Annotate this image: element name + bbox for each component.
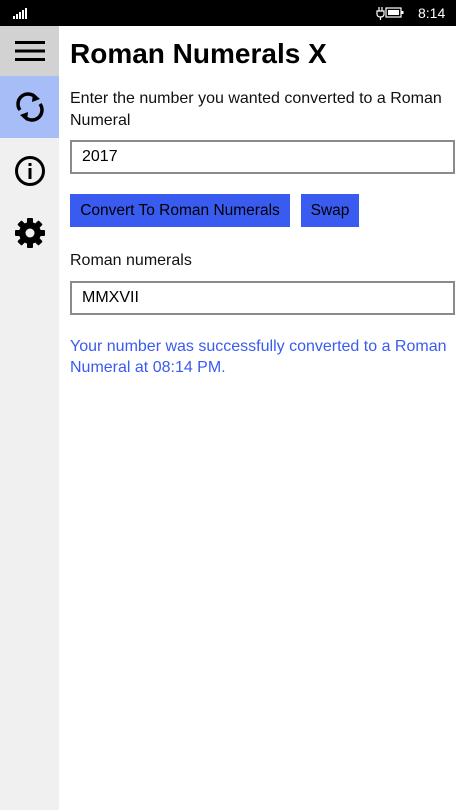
sidebar-item-about[interactable]: [0, 146, 59, 196]
status-bar: 8:14: [0, 0, 456, 26]
roman-numerals-output[interactable]: [70, 281, 455, 315]
number-prompt: Enter the number you wanted converted to…: [70, 90, 442, 129]
refresh-icon: [15, 92, 44, 122]
swap-button[interactable]: Swap: [301, 194, 359, 227]
menu-button[interactable]: [0, 26, 59, 76]
sidebar-item-settings[interactable]: [0, 208, 59, 258]
main-content: Roman Numerals X Enter the number you wa…: [59, 26, 456, 810]
sidebar-item-convert[interactable]: [0, 76, 59, 138]
convert-button[interactable]: Convert To Roman Numerals: [70, 194, 290, 227]
clock: 8:14: [418, 5, 446, 21]
number-input[interactable]: [70, 140, 455, 174]
roman-numerals-label: Roman numerals: [70, 252, 192, 269]
page-title: Roman Numerals X: [70, 38, 327, 69]
gear-icon: [14, 218, 45, 248]
info-icon: [14, 156, 45, 186]
battery-charging-icon: [376, 5, 404, 21]
sidebar: [0, 26, 59, 810]
conversion-status-message: Your number was successfully converted t…: [70, 338, 447, 376]
signal-icon: [13, 7, 29, 19]
hamburger-icon: [14, 41, 45, 61]
